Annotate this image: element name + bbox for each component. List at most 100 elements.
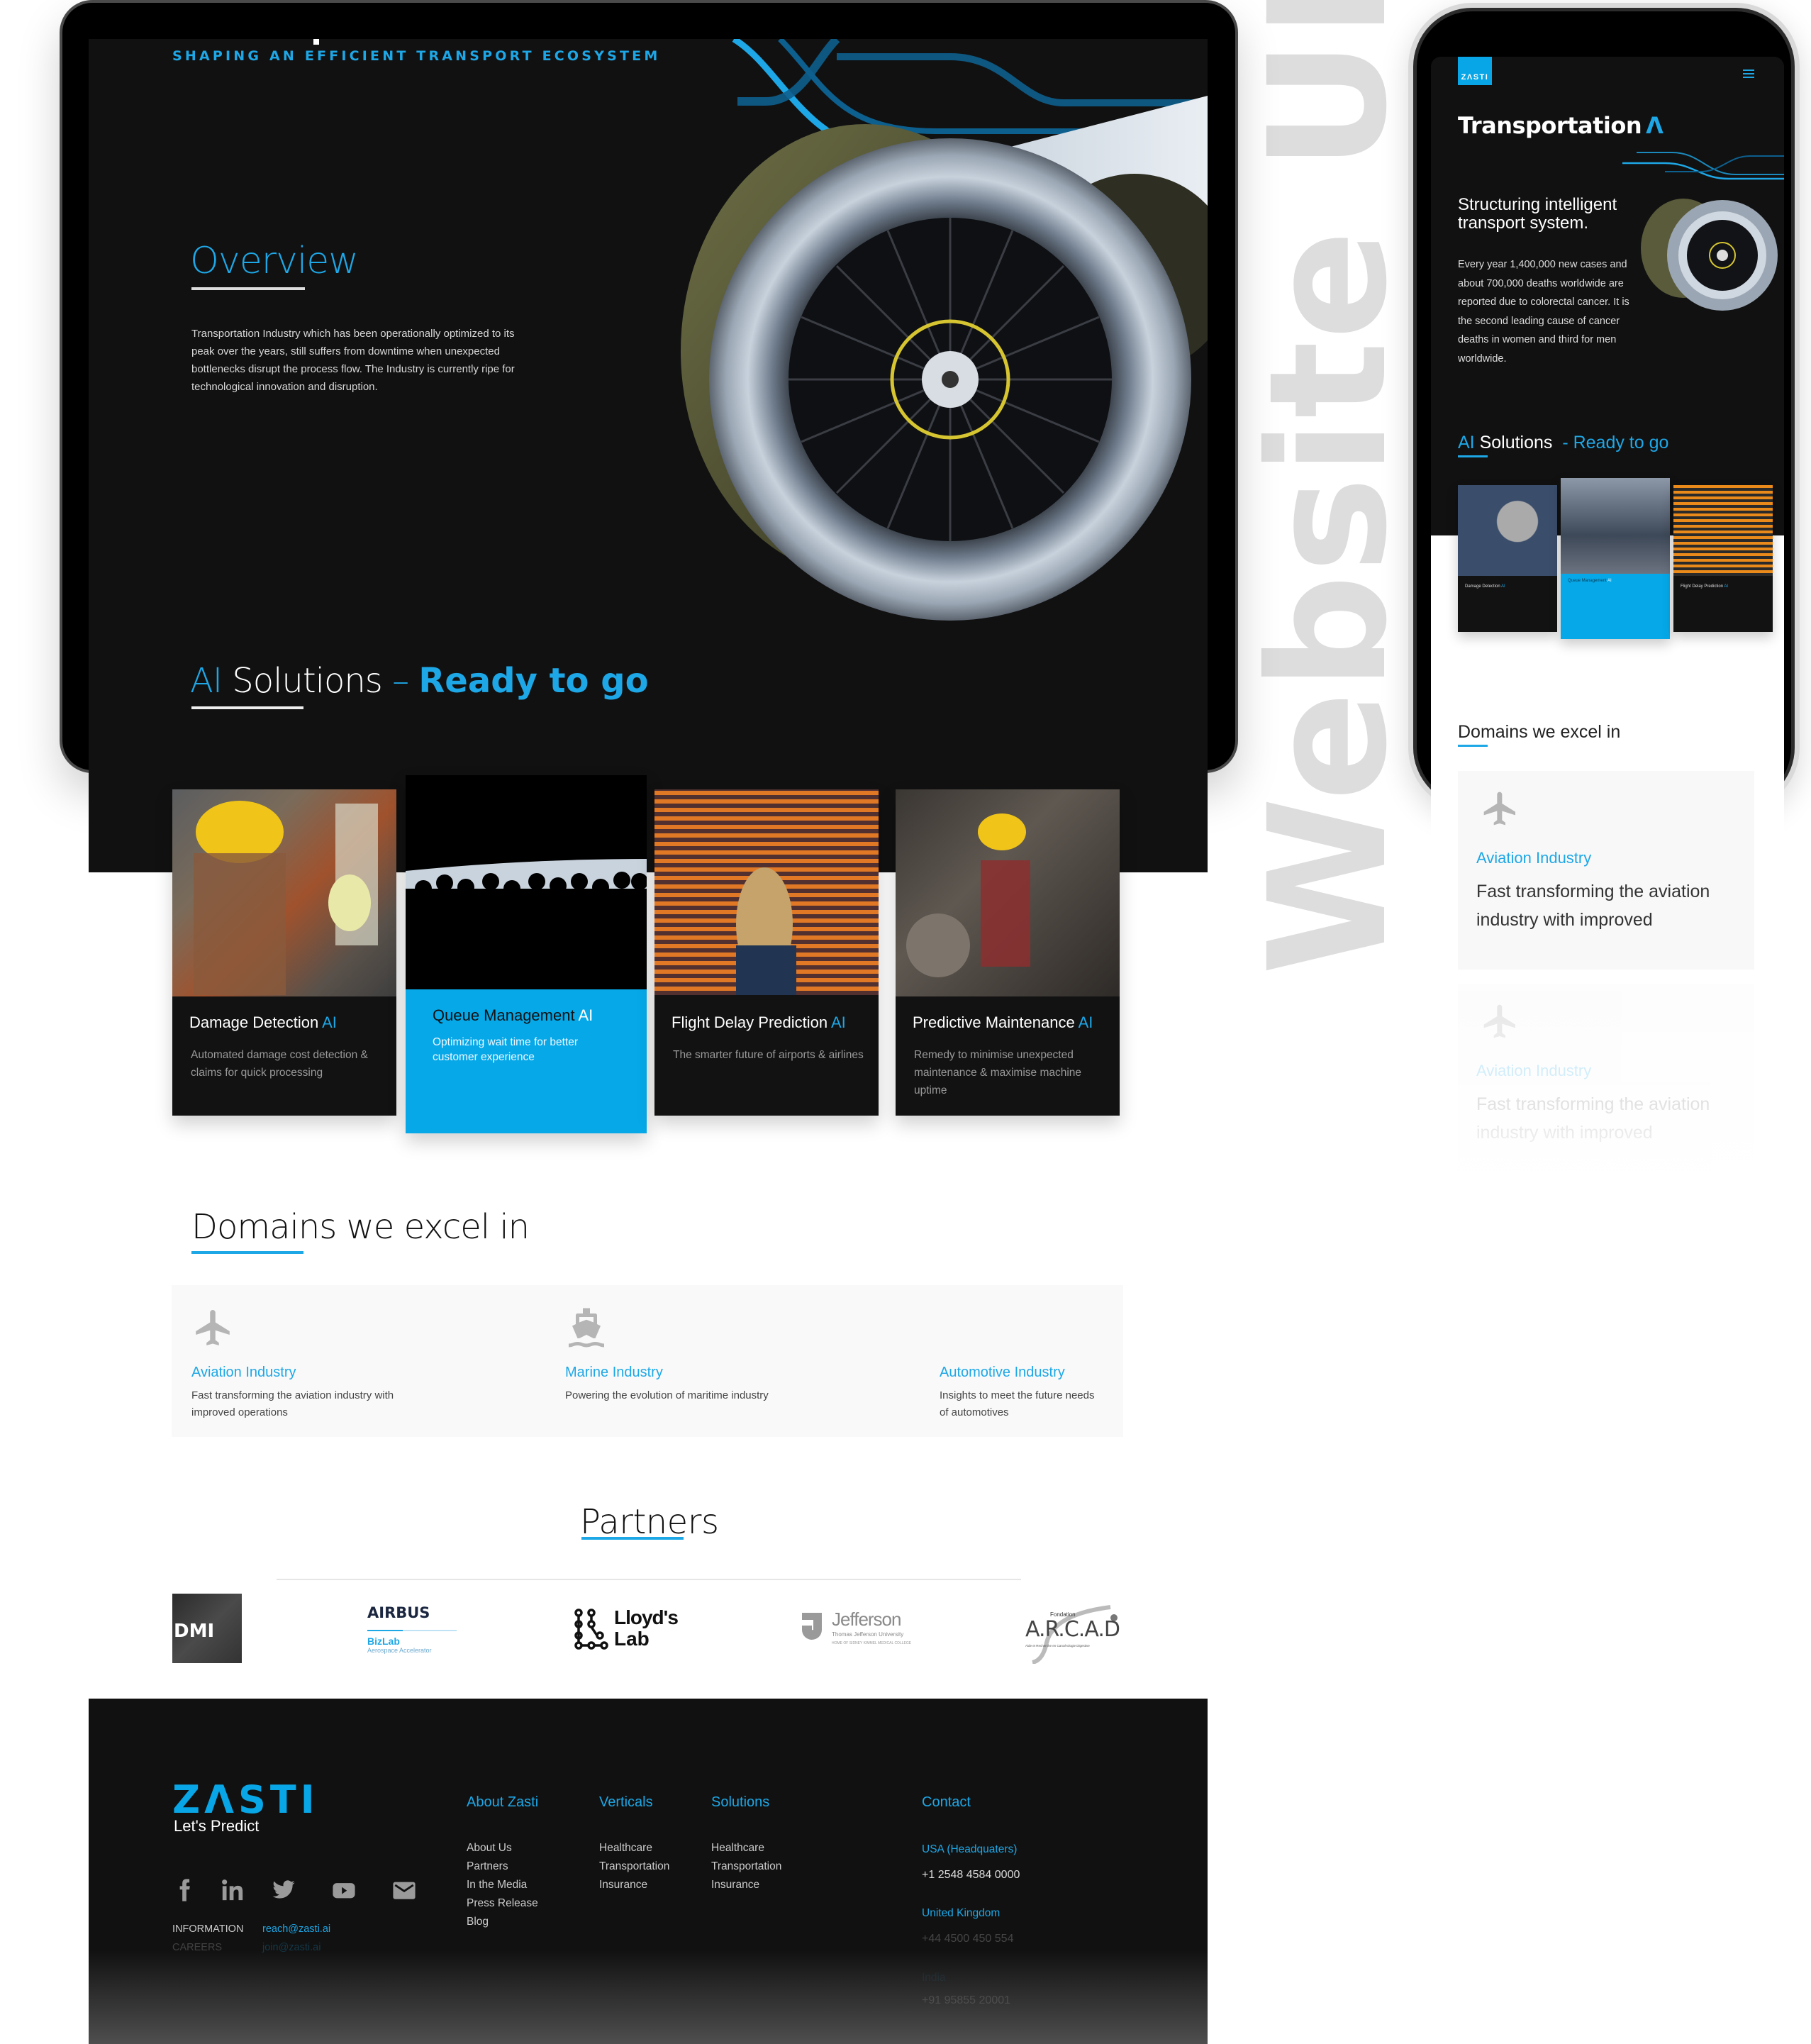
footer-fade-overlay <box>89 1950 1208 2044</box>
mobile-body-text: Every year 1,400,000 new cases and about… <box>1458 259 1629 365</box>
mobile-domain-name: Aviation Industry <box>1476 849 1592 867</box>
footer-link[interactable]: Healthcare <box>711 1842 764 1855</box>
contact-phone[interactable]: +1 2548 4584 0000 <box>922 1869 1020 1882</box>
footer-heading-contact: Contact <box>922 1794 971 1810</box>
mobile-card-damage-detection[interactable]: Damage Detection AI <box>1458 485 1557 632</box>
partners-underline <box>581 1537 684 1540</box>
domains-underline <box>191 1251 303 1254</box>
card-title: Damage Detection AI <box>189 1013 337 1031</box>
solution-card-queue-management[interactable]: Queue Management AI Optimizing wait time… <box>406 775 648 1133</box>
ai-solutions-heading-dash: – <box>381 661 419 701</box>
footer-logo[interactable]: ZΛSTI <box>172 1777 319 1822</box>
solution-card-damage-detection[interactable]: Damage Detection AI Automated damage cos… <box>172 789 396 1116</box>
domain-name: Automotive Industry <box>940 1365 1065 1380</box>
people-in-queue-photo <box>1561 478 1670 574</box>
domain-description: Fast transforming the aviation industry … <box>191 1389 394 1418</box>
linkedin-icon[interactable] <box>221 1878 245 1902</box>
ai-solutions-heading-ai: AI <box>190 661 223 701</box>
footer-link[interactable]: About Us <box>467 1842 512 1855</box>
card-title: Predictive Maintenance AI <box>913 1013 1093 1031</box>
overview-underline <box>191 287 305 290</box>
footer-link[interactable]: Insurance <box>599 1879 647 1892</box>
mobile-card-title: Flight Delay Prediction AI <box>1681 584 1729 589</box>
footer-link[interactable]: Healthcare <box>599 1842 652 1855</box>
contact-region: United Kingdom <box>922 1907 1001 1919</box>
airplane-icon <box>1476 789 1525 828</box>
card-title: Queue Management AI <box>433 1006 594 1024</box>
domain-name: Aviation Industry <box>191 1365 296 1380</box>
mobile-screen: ZΛSTI Transportation Λ Structuring intell… <box>1431 57 1784 1192</box>
mobile-card-queue-management[interactable]: Queue Management AI <box>1561 478 1670 639</box>
partners-heading: Partners <box>580 1502 719 1542</box>
footer-information-label: INFORMATION <box>172 1923 244 1935</box>
domain-description: Powering the evolution of maritime indus… <box>565 1389 769 1401</box>
partner-logo-airbus-bizlab[interactable]: AIRBUS BizLab Aerospace Accelerator <box>367 1604 459 1661</box>
footer-link[interactable]: In the Media <box>467 1879 527 1892</box>
footer-link[interactable]: Partners <box>467 1860 508 1873</box>
footer-information-email[interactable]: reach@zasti.ai <box>262 1923 330 1935</box>
card-description: Remedy to minimise unexpected maintenanc… <box>914 1049 1082 1096</box>
mobile-domains-heading: Domains we excel in <box>1458 722 1621 742</box>
footer-link[interactable]: Blog <box>467 1916 489 1928</box>
departures-board-photo <box>654 789 879 995</box>
hero-tagline: SHAPING AN EFFICIENT TRANSPORT ECOSYSTEM <box>172 48 661 64</box>
mobile-card-flight-delay[interactable]: Flight Delay Prediction AI <box>1673 485 1773 632</box>
footer-heading-about: About Zasti <box>467 1794 539 1810</box>
footer-heading-solutions: Solutions <box>711 1794 770 1810</box>
footer-link[interactable]: Transportation <box>599 1860 669 1873</box>
card-description: The smarter future of airports & airline… <box>673 1049 864 1061</box>
camera-dot <box>313 39 319 45</box>
engine-mechanic-photo <box>896 789 1120 996</box>
partners-divider <box>277 1579 1021 1580</box>
card-description: Automated damage cost detection & claims… <box>191 1049 368 1079</box>
mobile-jet-engine-image <box>1641 199 1778 311</box>
jet-engine-image <box>567 39 1208 635</box>
solution-card-flight-delay[interactable]: Flight Delay Prediction AI The smarter f… <box>654 789 879 1116</box>
worker-in-hard-hat-photo <box>172 789 396 996</box>
domains-panel: Aviation Industry Fast transforming the … <box>172 1285 1123 1437</box>
mobile-subtitle: Structuring intelligent transport system… <box>1458 195 1617 233</box>
mobile-title: Transportation Λ <box>1458 112 1664 139</box>
solution-card-predictive-maintenance[interactable]: Predictive Maintenance AI Remedy to mini… <box>896 789 1120 1116</box>
footer-tagline: Let's Predict <box>174 1817 260 1835</box>
twitter-icon[interactable] <box>272 1878 296 1902</box>
mobile-card-title: Damage Detection AI <box>1465 584 1505 589</box>
contact-phone[interactable]: +44 4500 450 554 <box>922 1933 1013 1945</box>
domain-description: Insights to meet the future needs of aut… <box>940 1389 1095 1418</box>
departures-board-photo <box>1673 485 1773 576</box>
airplane-icon <box>191 1305 234 1350</box>
domain-name: Marine Industry <box>565 1365 663 1380</box>
ai-solutions-heading-ready: Ready to go <box>418 661 649 701</box>
piston-photo <box>1458 485 1557 576</box>
youtube-icon[interactable] <box>332 1878 356 1902</box>
partner-logo-arcad[interactable]: Fondation A.R.C.A.D Aide et Recherche en… <box>1025 1600 1125 1664</box>
website-ui-watermark: Website UI <box>1234 0 1422 975</box>
crowd-silhouette-photo <box>406 775 648 989</box>
mobile-domains-underline <box>1458 745 1488 747</box>
mobile-card-title: Queue Management AI <box>1568 579 1612 583</box>
hamburger-menu-icon[interactable] <box>1743 70 1754 78</box>
ai-solutions-heading-rest: Solutions <box>222 661 383 701</box>
footer-heading-verticals: Verticals <box>599 1794 653 1810</box>
card-description: Optimizing wait time for better customer… <box>433 1036 579 1063</box>
footer-link[interactable]: Transportation <box>711 1860 781 1873</box>
mobile-ai-solutions-heading: AI Solutions - Ready to go <box>1458 433 1669 452</box>
ai-solutions-heading: AI Solutions – Ready to go <box>190 661 649 701</box>
decorative-lines <box>1622 152 1784 180</box>
overview-text: Transportation Industry which has been o… <box>191 328 515 393</box>
partner-logo-jefferson[interactable]: Jefferson Thomas Jefferson University HO… <box>799 1609 920 1651</box>
ship-icon <box>565 1305 608 1350</box>
mobile-ai-underline <box>1458 455 1488 457</box>
facebook-icon[interactable] <box>172 1878 196 1902</box>
card-title: Flight Delay Prediction AI <box>672 1013 846 1031</box>
domains-heading: Domains we excel in <box>191 1207 530 1247</box>
contact-region: USA (Headquaters) <box>922 1843 1018 1855</box>
footer-link[interactable]: Press Release <box>467 1897 538 1910</box>
overview-heading: Overview <box>190 240 359 282</box>
partner-logo-lloyds-lab[interactable]: Lloyd's Lab <box>573 1607 686 1651</box>
partner-logo-dmi[interactable]: DMI <box>172 1594 242 1663</box>
footer-link[interactable]: Insurance <box>711 1879 759 1892</box>
mobile-domain-card[interactable]: Aviation Industry Fast transforming the … <box>1458 771 1754 970</box>
mobile-logo[interactable]: ZΛSTI <box>1458 57 1492 85</box>
mail-icon[interactable] <box>392 1878 416 1902</box>
